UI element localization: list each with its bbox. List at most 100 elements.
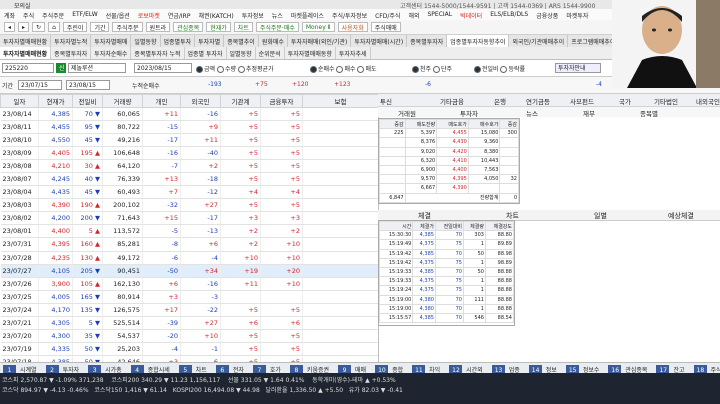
table-row[interactable]: 23/07/31 4,395 160 ▲ 85,281 -8 +6 +2 +10 bbox=[0, 237, 379, 252]
menu-item[interactable]: 채권(KATCH) bbox=[194, 9, 237, 20]
date-to-input[interactable]: 23/08/15 bbox=[66, 80, 110, 90]
menu-item[interactable]: 금융상품 bbox=[532, 9, 562, 20]
table-row[interactable]: 23/08/01 4,400 5 ▲ 113,572 -5 -13 +2 +2 bbox=[0, 224, 379, 239]
table-row[interactable]: 23/07/28 4,235 130 ▲ 49,172 -6 -4 +10 +10 bbox=[0, 251, 379, 265]
tab-broker[interactable]: 거래원 bbox=[398, 108, 416, 118]
col-other-fin[interactable]: 기타금융 bbox=[440, 96, 464, 106]
sub-tab[interactable]: 업종별 투자자 bbox=[185, 47, 227, 59]
radio-group-change[interactable]: 전일비 등락률 bbox=[474, 64, 525, 73]
menu-item[interactable]: 계좌 bbox=[0, 9, 19, 20]
screen-tab[interactable]: 외국인/기관매매추이 bbox=[509, 35, 569, 47]
menu-item[interactable]: SPECIAL bbox=[423, 9, 456, 20]
col-private[interactable]: 사모펀드 bbox=[570, 96, 594, 106]
table-row[interactable]: 23/08/02 4,200 200 ▼ 71,643 +15 -17 +3 +3 bbox=[0, 211, 379, 226]
radio-icon[interactable] bbox=[474, 66, 481, 73]
col-price[interactable]: 현재가 bbox=[38, 94, 73, 108]
stock-name-field[interactable]: 제놀루션 bbox=[68, 63, 126, 73]
screen-tab[interactable]: 투자자별매매현황 bbox=[0, 35, 52, 47]
sub-tab[interactable]: 종목별투자자 bbox=[51, 47, 92, 59]
table-row[interactable]: 23/07/26 3,900 105 ▲ 162,130 +6 -16 +11 +10 bbox=[0, 277, 379, 291]
screen-tab[interactable]: 종목별투자자 bbox=[407, 35, 448, 47]
menu-item[interactable]: 해외 bbox=[404, 9, 423, 20]
col-trust[interactable]: 투신 bbox=[380, 96, 392, 106]
tab-by-stock[interactable]: 종목별 bbox=[640, 108, 658, 118]
forward-icon[interactable]: ▸ bbox=[18, 22, 30, 32]
radio-group-scale[interactable]: 천주 단주 bbox=[412, 64, 452, 73]
table-row[interactable]: 23/08/04 4,435 45 ▼ 60,493 +7 -12 +4 +4 bbox=[0, 185, 379, 200]
table-row[interactable]: 23/08/10 4,550 45 ▼ 49,216 -17 +11 +5 +5 bbox=[0, 133, 379, 148]
radio-icon[interactable] bbox=[237, 66, 245, 73]
col-insurance[interactable]: 보험 bbox=[302, 94, 379, 108]
menu-item[interactable]: 뉴스 bbox=[268, 9, 287, 20]
toolbar-button[interactable]: 차트 bbox=[233, 22, 253, 32]
menu-item[interactable]: ETF/ELW bbox=[68, 9, 101, 20]
menu-item[interactable]: 선물/옵션 bbox=[102, 9, 134, 20]
screen-tab[interactable]: 투자자별매매 bbox=[91, 35, 132, 47]
menu-item[interactable]: 마켓투자 bbox=[562, 9, 592, 20]
screen-tab[interactable]: 투자자별누적 bbox=[51, 35, 92, 47]
investor-guide-button[interactable]: 투자자안내 bbox=[555, 63, 601, 73]
radio-icon[interactable] bbox=[412, 66, 419, 73]
screen-tab[interactable]: 업종별투자자동향추이 bbox=[447, 35, 510, 47]
menu-item[interactable]: 로보마켓 bbox=[134, 9, 164, 20]
table-row[interactable]: 23/07/20 4,300 35 ▼ 54,537 -20 +10 +5 +5 bbox=[0, 329, 379, 343]
toolbar-button[interactable]: 사용자화 bbox=[337, 22, 368, 32]
table-row[interactable]: 23/08/03 4,390 190 ▲ 200,102 -32 +27 +5 +5 bbox=[0, 198, 379, 213]
table-row[interactable]: 23/07/25 4,005 165 ▼ 80,914 +3 -3 bbox=[0, 290, 379, 304]
sub-tab[interactable]: 투자자별매매현황 bbox=[0, 47, 52, 59]
home-icon[interactable]: ⌂ bbox=[48, 22, 60, 32]
sub-tab[interactable]: 투자자순매수 bbox=[91, 47, 132, 59]
toolbar-button[interactable]: 주식주문 bbox=[112, 22, 143, 32]
radio-icon[interactable] bbox=[336, 66, 344, 73]
col-state[interactable]: 국가 bbox=[619, 96, 631, 106]
table-row[interactable]: 23/08/14 4,385 70 ▼ 60,065 +11 -16 +5 +5 bbox=[0, 107, 379, 122]
col-dom-foreign[interactable]: 내외국인 bbox=[696, 96, 720, 106]
col-financial[interactable]: 금융투자 bbox=[260, 94, 303, 108]
col-bank[interactable]: 은행 bbox=[494, 96, 506, 106]
table-row[interactable]: 23/07/21 4,305 5 ▼ 525,514 -39 +27 +6 +6 bbox=[0, 316, 379, 330]
table-row[interactable]: 23/08/08 4,210 30 ▲ 64,120 -7 +2 +5 +5 bbox=[0, 159, 379, 174]
menu-item[interactable]: 마켓플레이스 bbox=[287, 9, 328, 20]
table-row[interactable]: 23/08/09 4,405 195 ▲ 106,648 -16 -40 +5 +5 bbox=[0, 146, 379, 161]
menu-item[interactable]: ELS/ELB/DLS bbox=[486, 9, 532, 20]
toolbar-button[interactable]: 현재가 bbox=[206, 22, 231, 32]
toolbar-button[interactable]: 주식주문·매수 bbox=[255, 22, 299, 32]
tab-daily[interactable]: 일별 bbox=[594, 211, 607, 221]
menu-item[interactable]: 연금/IRP bbox=[164, 9, 195, 20]
table-row[interactable]: 23/07/19 4,335 50 ▼ 25,203 -4 -1 +5 +5 bbox=[0, 342, 379, 356]
menu-item[interactable]: CFD/주식 bbox=[371, 9, 404, 20]
radio-icon[interactable] bbox=[500, 66, 508, 73]
col-date[interactable]: 일자 bbox=[0, 94, 39, 108]
stock-code-input[interactable]: 225220 bbox=[2, 63, 54, 73]
radio-icon[interactable] bbox=[310, 66, 317, 73]
sub-tab[interactable]: 종목별투자자 누적 bbox=[131, 47, 185, 59]
date-from-input[interactable]: 23/07/15 bbox=[18, 80, 62, 90]
table-row[interactable]: 23/08/07 4,245 40 ▼ 76,339 +13 -18 +5 +5 bbox=[0, 172, 379, 187]
col-diff[interactable]: 전일비 bbox=[72, 94, 103, 108]
toolbar-button[interactable]: 주린이 bbox=[62, 22, 88, 32]
back-icon[interactable]: ◂ bbox=[4, 22, 16, 32]
screen-tab[interactable]: 투자자별매매(시간) bbox=[351, 35, 408, 47]
table-row[interactable]: 23/08/11 4,455 95 ▼ 80,722 -15 +9 +5 +5 bbox=[0, 120, 379, 135]
col-institution[interactable]: 기관계 bbox=[220, 94, 261, 108]
radio-icon[interactable] bbox=[196, 66, 203, 73]
tab-investor[interactable]: 투자자 bbox=[460, 108, 478, 118]
radio-group-side[interactable]: 순매수 매수 매도 bbox=[310, 64, 377, 73]
menu-item[interactable]: 주식/투자정보 bbox=[328, 9, 371, 20]
screen-tab[interactable]: 업종별투자 bbox=[161, 35, 196, 47]
tab-news[interactable]: 뉴스 bbox=[526, 108, 538, 118]
toolbar-button[interactable]: 관심종목 bbox=[173, 22, 204, 32]
date-input[interactable]: 2023/08/15 bbox=[134, 63, 192, 73]
col-volume[interactable]: 거래량 bbox=[102, 94, 143, 108]
col-foreign[interactable]: 외국인 bbox=[180, 94, 221, 108]
toolbar-button[interactable]: 주식매매 bbox=[370, 22, 401, 32]
sub-tab[interactable]: 일별동향 bbox=[227, 47, 256, 59]
toolbar-button[interactable]: 기간 bbox=[90, 22, 110, 32]
table-row[interactable]: 23/07/27 4,105 205 ▼ 90,451 -50 +34 +19 +20 bbox=[0, 264, 379, 278]
refresh-icon[interactable]: ↻ bbox=[32, 22, 46, 32]
menu-item[interactable]: 주식 bbox=[19, 9, 38, 20]
menu-item[interactable]: 투자정보 bbox=[238, 9, 268, 20]
tab-expected[interactable]: 예상체결 bbox=[668, 211, 694, 221]
col-individual[interactable]: 개인 bbox=[142, 94, 181, 108]
radio-icon[interactable] bbox=[432, 66, 440, 73]
